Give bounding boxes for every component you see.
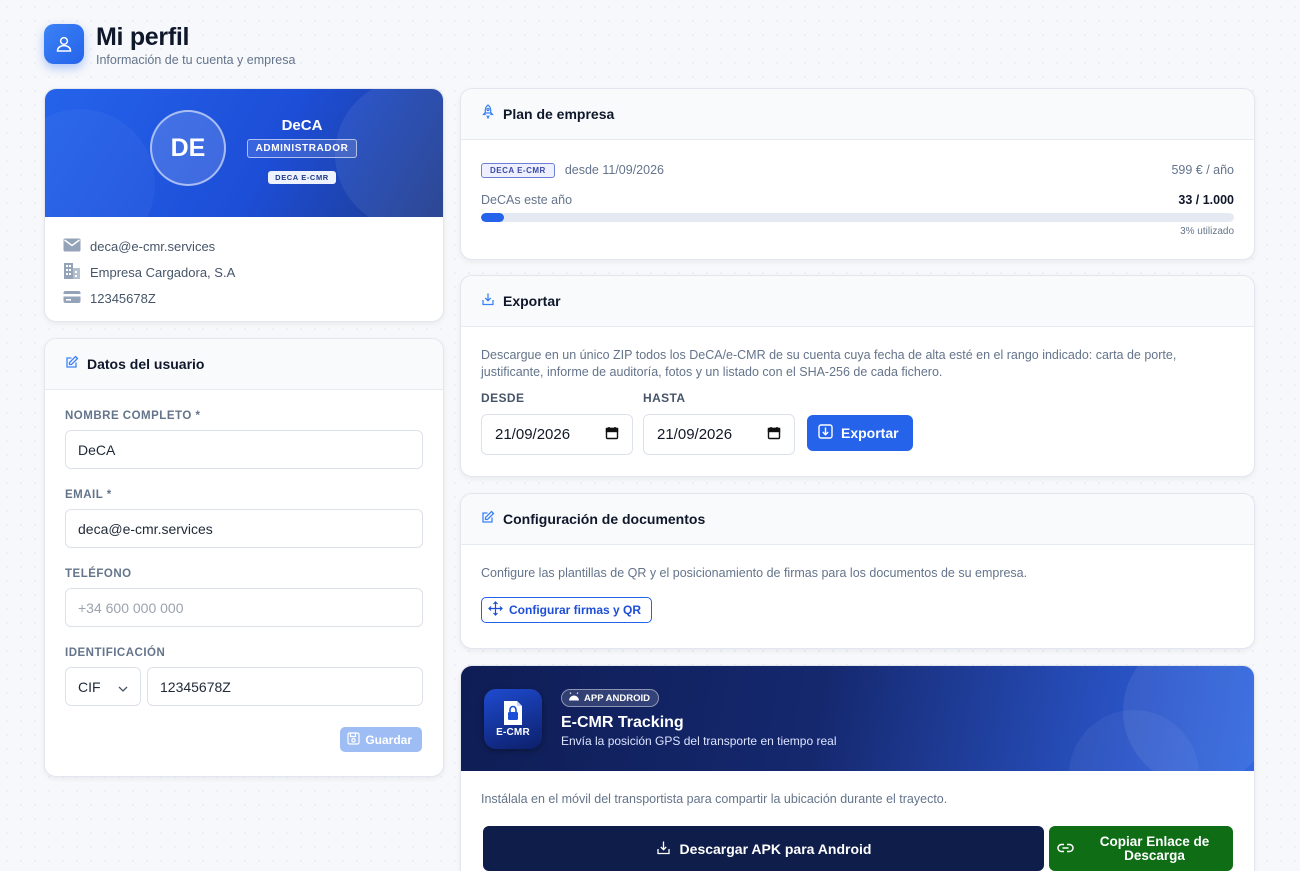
edit-icon xyxy=(65,355,79,374)
link-icon xyxy=(1057,842,1074,856)
user-data-card: Datos del usuario NOMBRE COMPLETO * DeCA… xyxy=(44,338,444,777)
app-title: E-CMR Tracking xyxy=(561,714,684,731)
lock-document-icon xyxy=(504,701,522,725)
rocket-icon xyxy=(481,104,495,124)
id-type-value: CIF xyxy=(78,678,101,695)
export-card: Exportar Descargue en un único ZIP todos… xyxy=(460,275,1255,477)
android-icon xyxy=(568,692,580,704)
plan-title: Plan de empresa xyxy=(503,106,615,122)
profile-name: DeCA xyxy=(281,117,323,134)
export-title: Exportar xyxy=(503,293,561,309)
usage-percent-text: 3% utilizado xyxy=(1180,226,1234,237)
id-label: IDENTIFICACIÓN xyxy=(65,647,166,659)
document-config-title: Configuración de documentos xyxy=(503,511,706,527)
profile-email: deca@e-cmr.services xyxy=(90,238,216,254)
full-name-label: NOMBRE COMPLETO * xyxy=(65,410,201,422)
export-button[interactable]: Exportar xyxy=(807,415,913,451)
document-config-card: Configuración de documentos Configure la… xyxy=(460,493,1255,649)
usage-progress-bar xyxy=(481,213,1234,222)
avatar: DE xyxy=(150,110,226,186)
building-icon xyxy=(63,262,81,283)
plan-since: desde 11/09/2026 xyxy=(564,163,664,177)
from-label: DESDE xyxy=(481,391,525,405)
page-title: Mi perfil xyxy=(96,23,190,51)
usage-label: DeCAs este año xyxy=(481,193,573,207)
usage-progress-fill xyxy=(481,213,504,222)
profile-banner: DE DeCA ADMINISTRADOR DECA E-CMR xyxy=(45,89,443,217)
android-chip-label: APP ANDROID xyxy=(584,692,650,704)
role-badge: ADMINISTRADOR xyxy=(246,139,358,158)
configure-signatures-button[interactable]: Configurar firmas y QR xyxy=(481,597,653,623)
id-number-input[interactable]: 12345678Z xyxy=(147,667,423,706)
app-description: Instálala en el móvil del transportista … xyxy=(481,792,948,806)
save-button[interactable]: Guardar xyxy=(340,727,422,752)
plan-chip: DECA E-CMR xyxy=(481,162,555,178)
export-description: Descargue en un único ZIP todos los DeCA… xyxy=(481,348,1177,379)
edit-icon xyxy=(481,510,495,529)
export-button-label: Exportar xyxy=(841,425,899,441)
full-name-input[interactable]: DeCA xyxy=(65,430,423,469)
from-date-value: 21/09/2026 xyxy=(495,426,571,443)
save-icon xyxy=(347,731,360,748)
user-data-title: Datos del usuario xyxy=(87,356,205,372)
app-logo-text: E-CMR xyxy=(496,727,530,738)
profile-company-row: Empresa Cargadora, S.A xyxy=(63,259,425,285)
id-card-icon xyxy=(63,290,81,307)
download-icon xyxy=(481,292,495,311)
plan-badge: DECA E-CMR xyxy=(268,171,336,184)
page-header: Mi perfil Información de tu cuenta y emp… xyxy=(44,22,295,67)
user-icon xyxy=(44,24,84,64)
email-input[interactable]: deca@e-cmr.services xyxy=(65,509,423,548)
mail-icon xyxy=(63,238,81,255)
profile-id-row: 12345678Z xyxy=(63,285,425,311)
from-date-input[interactable]: 21/09/2026 xyxy=(481,414,633,455)
calendar-icon[interactable] xyxy=(767,426,781,444)
profile-id: 12345678Z xyxy=(90,290,156,306)
email-label: EMAIL * xyxy=(65,489,112,501)
to-label: HASTA xyxy=(643,391,686,405)
page-subtitle: Información de tu cuenta y empresa xyxy=(96,53,296,67)
phone-input[interactable]: +34 600 000 000 xyxy=(65,588,423,627)
profile-company: Empresa Cargadora, S.A xyxy=(90,264,236,280)
copy-link-button[interactable]: Copiar Enlace de Descarga xyxy=(1049,826,1233,871)
download-icon xyxy=(656,840,671,858)
android-app-card: E-CMR APP ANDROID E-CMR Tracking Envía l… xyxy=(460,665,1255,871)
to-date-value: 21/09/2026 xyxy=(657,426,733,443)
android-chip: APP ANDROID xyxy=(561,689,659,707)
profile-email-row: deca@e-cmr.services xyxy=(63,233,425,259)
id-type-select[interactable]: CIF xyxy=(65,667,141,706)
download-icon xyxy=(818,424,833,442)
move-icon xyxy=(488,601,503,619)
save-label: Guardar xyxy=(365,732,412,747)
plan-card: Plan de empresa DECA E-CMR desde 11/09/2… xyxy=(460,88,1255,260)
chevron-down-icon xyxy=(118,679,128,695)
plan-price: 599 € / año xyxy=(1171,163,1234,177)
copy-link-label: Copiar Enlace de Descarga xyxy=(1099,833,1210,863)
app-logo: E-CMR xyxy=(484,689,542,749)
configure-signatures-label: Configurar firmas y QR xyxy=(509,603,642,617)
app-subtitle: Envía la posición GPS del transporte en … xyxy=(561,734,837,748)
usage-count: 33 / 1.000 xyxy=(1178,193,1234,207)
calendar-icon[interactable] xyxy=(605,426,619,444)
app-banner: E-CMR APP ANDROID E-CMR Tracking Envía l… xyxy=(461,666,1254,771)
document-config-description: Configure las plantillas de QR y el posi… xyxy=(481,566,1028,580)
to-date-input[interactable]: 21/09/2026 xyxy=(643,414,795,455)
profile-card: DE DeCA ADMINISTRADOR DECA E-CMR deca@e-… xyxy=(44,88,444,322)
phone-label: TELÉFONO xyxy=(65,568,132,580)
download-apk-label: Descargar APK para Android xyxy=(679,840,872,857)
download-apk-button[interactable]: Descargar APK para Android xyxy=(483,826,1044,871)
